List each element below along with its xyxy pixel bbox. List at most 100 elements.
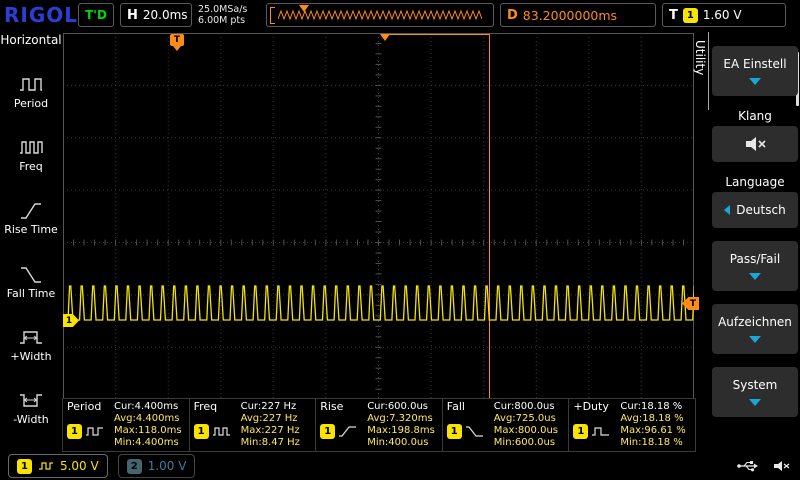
measurement-min: Min:400.0us — [367, 437, 429, 448]
measurement-source-chip: 1 — [67, 423, 82, 439]
minus-width-icon — [19, 394, 42, 407]
graticule — [63, 33, 694, 452]
h-label: H — [127, 7, 138, 23]
measure-item-plus-width[interactable]: +Width — [10, 326, 52, 363]
trigger-position-flag[interactable]: T — [170, 34, 184, 51]
waveform-display: T 1 T Period 1 Cur:4.400ms Avg:4.400ms M… — [62, 30, 699, 452]
sample-rate: 25.0MSa/s — [198, 4, 248, 15]
softkey-sound-label: Klang — [738, 109, 772, 123]
measure-menu-title: Horizontal — [0, 33, 62, 47]
measurement-panel-period: Period 1 Cur:4.400ms Avg:4.400ms Max:118… — [62, 398, 190, 452]
measure-item-period[interactable]: Period — [14, 73, 48, 110]
plus-width-icon — [20, 331, 42, 344]
utility-tab-label: Utility — [693, 40, 707, 76]
measurement-cur: Cur:227 Hz — [240, 401, 297, 412]
softkey-language-label: Language — [725, 175, 785, 189]
sound-muted-icon — [774, 461, 790, 471]
measurement-max: Max:96.61 % — [620, 425, 686, 436]
softkey-language-group: Language Deutsch — [712, 175, 798, 228]
measure-menu: Horizontal Period Freq Rise Time Fall Ti… — [0, 30, 62, 452]
softkey-language[interactable]: Deutsch — [712, 192, 798, 228]
measurement-name: Freq — [193, 400, 218, 413]
measure-item-label: Freq — [19, 160, 43, 174]
softkey-label: Aufzeichnen — [718, 315, 792, 329]
delay-value: 83.2000000ms — [522, 7, 618, 23]
d-label: D — [507, 7, 518, 23]
measurement-cur: Cur:18.18 % — [620, 401, 683, 412]
acquisition-info: 25.0MSa/s 6.00M pts — [198, 4, 260, 26]
softkey-system[interactable]: System — [712, 367, 798, 417]
trigger-level-value: 1.60 V — [702, 8, 742, 22]
softkey-sound[interactable] — [712, 126, 798, 162]
rise-time-icon — [21, 203, 41, 220]
measurement-name: Fall — [446, 400, 465, 413]
measurement-cur: Cur:600.0us — [367, 401, 428, 412]
measurement-avg: Avg:725.0us — [493, 413, 556, 424]
measure-item-freq[interactable]: Freq — [18, 136, 44, 173]
memory-depth: 6.00M pts — [198, 15, 246, 26]
status-icons — [736, 459, 792, 473]
language-value: Deutsch — [736, 203, 786, 217]
measurement-panel-freq: Freq 1 Cur:227 Hz Avg:227 Hz Max:227 Hz … — [188, 398, 317, 452]
measurement-max: Max:198.8ms — [367, 425, 435, 436]
measurement-max: Max:800.0us — [493, 425, 558, 436]
period-icon — [20, 78, 42, 91]
ch1-waveform — [63, 285, 694, 321]
ch1-coupling-icon — [38, 462, 53, 470]
chevron-down-icon — [749, 78, 761, 85]
measurement-source-chip: 1 — [446, 423, 462, 439]
rigol-logo: RIGOL — [4, 3, 79, 27]
usb-icon — [737, 461, 758, 472]
speaker-muted-icon — [746, 137, 766, 151]
rise-glyph-icon — [339, 426, 357, 437]
measure-item-label: +Width — [10, 349, 52, 363]
trigger-info-box[interactable]: T 1 1.60 V — [662, 3, 786, 27]
softkey-sound-group: Klang — [712, 109, 798, 162]
measurement-min: Min:600.0us — [493, 437, 556, 448]
channel-1-scale: 5.00 V — [59, 459, 99, 473]
softkey-io-setup[interactable]: EA Einstell — [712, 46, 798, 96]
horizontal-timebase-box[interactable]: H 20.0ms — [120, 3, 192, 27]
channel-1-status[interactable]: 1 5.00 V — [8, 454, 108, 478]
channel-2-scale: 1.00 V — [147, 459, 187, 473]
trigger-status-badge: T'D — [78, 3, 114, 27]
measure-item-fall-time[interactable]: Fall Time — [6, 263, 56, 300]
chevron-down-icon — [749, 336, 761, 343]
fall-glyph-icon — [465, 426, 483, 437]
measurement-source-chip: 1 — [320, 423, 336, 439]
horizontal-delay-box[interactable]: D 83.2000000ms — [500, 3, 656, 27]
memory-position-strip[interactable] — [266, 3, 494, 458]
measurement-avg: Avg:18.18 % — [620, 413, 684, 424]
measure-item-rise-time[interactable]: Rise Time — [4, 199, 58, 236]
measurement-max: Max:118.0ms — [114, 425, 182, 436]
softkey-menu: EA Einstell Klang Language Deutsch Pass/… — [712, 46, 798, 417]
measurement-panel-fall: Fall 1 Cur:800.0us Avg:725.0us Max:800.0… — [441, 398, 570, 452]
fall-time-icon — [21, 266, 41, 283]
chevron-down-icon — [749, 273, 761, 280]
measurement-name: Period — [67, 400, 102, 413]
softkey-pass-fail[interactable]: Pass/Fail — [712, 241, 798, 291]
measurement-cur: Cur:800.0us — [493, 401, 555, 412]
softkey-label: EA Einstell — [723, 57, 787, 71]
utility-divider — [708, 32, 709, 110]
utility-menu: Utility EA Einstell Klang Language Deuts… — [693, 30, 800, 452]
measure-item-label: -Width — [13, 412, 49, 426]
measurement-avg: Avg:227 Hz — [240, 413, 298, 424]
channel-1-chip: 1 — [17, 458, 32, 474]
oscilloscope-screen: RIGOL T'D H 20.0ms 25.0MSa/s 6.00M pts D… — [0, 0, 800, 480]
trigger-source-chip: 1 — [682, 7, 698, 23]
trigger-position-pointer[interactable] — [299, 5, 309, 12]
channel-2-status[interactable]: 2 1.00 V — [117, 454, 196, 478]
measure-item-label: Fall Time — [6, 286, 56, 300]
measure-item-minus-width[interactable]: -Width — [13, 389, 49, 426]
measurement-avg: Avg:4.400ms — [114, 413, 180, 424]
measurement-min: Min:8.47 Hz — [240, 437, 300, 448]
softkey-label: Pass/Fail — [729, 252, 781, 266]
duty-glyph-icon — [592, 427, 610, 436]
softkey-label: System — [732, 378, 778, 392]
softkey-record[interactable]: Aufzeichnen — [712, 304, 798, 354]
measurement-source-chip: 1 — [193, 423, 209, 439]
timebase-value: 20.0ms — [142, 8, 188, 22]
horizontal-center-indicator — [380, 34, 390, 41]
measure-item-label: Period — [13, 97, 49, 111]
